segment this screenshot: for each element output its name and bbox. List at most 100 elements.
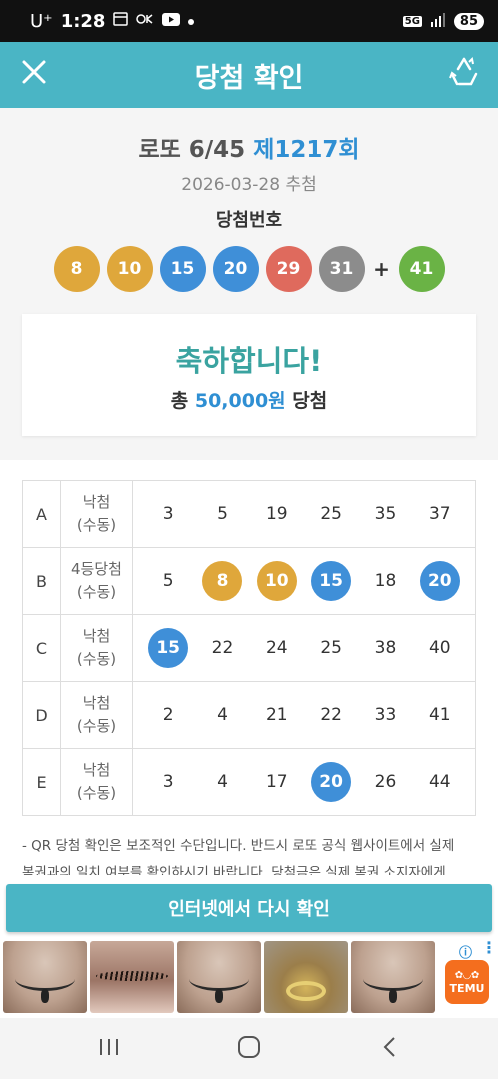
game-status: 낙첨 (수동) [60, 681, 133, 749]
game-number: 3 [162, 504, 174, 524]
matched-number: 8 [202, 561, 243, 601]
rescan-button[interactable] [444, 54, 484, 94]
game-number: 19 [265, 504, 288, 524]
game-status-result: 4등당첨 [71, 560, 122, 578]
ad-product-image[interactable] [351, 941, 435, 1013]
game-status-mode: (수동) [76, 717, 117, 735]
games-table: A 낙첨 (수동) 3 5 19 25 35 37 B 4등당첨 (수동) 5 8 10 15 18 20 C 낙첨(… [22, 480, 476, 816]
game-number: 22 [320, 705, 342, 725]
game-number: 2 [162, 705, 174, 725]
ok-cashbag-icon [136, 13, 154, 29]
game-number: 37 [428, 504, 451, 524]
game-number: 18 [374, 571, 397, 591]
game-row: D 낙첨 (수동) 2 4 21 22 33 41 [22, 681, 476, 749]
game-status: 낙첨 (수동) [60, 748, 133, 816]
lotto-title: 로또 6/45 제1217회 [0, 130, 498, 164]
game-number: 4 [217, 772, 228, 792]
game-numbers: 5 8 10 15 18 20 [132, 547, 476, 615]
game-number: 35 [374, 504, 397, 524]
game-label: E [22, 748, 61, 816]
game-number: 41 [428, 705, 451, 725]
game-status-mode: (수동) [76, 650, 117, 668]
bonus-ball: 41 [398, 246, 445, 292]
calendar-icon [113, 12, 129, 30]
game-label: C [22, 614, 61, 682]
game-status-mode: (수동) [76, 516, 117, 534]
game-label: B [22, 547, 61, 615]
recent-apps-icon [98, 1037, 120, 1061]
game-numbers: 3 5 19 25 35 37 [132, 480, 476, 548]
game-status: 낙첨 (수동) [60, 480, 133, 548]
page-title: 당첨 확인 [194, 62, 304, 94]
notification-dot-icon [188, 14, 195, 29]
back-button[interactable] [369, 1032, 409, 1066]
game-number: 25 [320, 504, 342, 524]
ad-info-icon[interactable]: ⓘ [459, 942, 472, 961]
recheck-online-button[interactable]: 인터넷에서 다시 확인 [6, 884, 492, 932]
temu-mark-icon: ✿◡✿ [454, 969, 480, 981]
game-row: A 낙첨 (수동) 3 5 19 25 35 37 [22, 480, 476, 548]
app-bar: 당첨 확인 [0, 42, 498, 108]
game-number: 24 [265, 638, 288, 658]
signal-icon [430, 12, 446, 30]
status-time: 1:28 [60, 10, 106, 32]
back-icon [381, 1036, 397, 1062]
matched-number: 15 [311, 561, 352, 601]
draw-date: 2026-03-28 추첨 [181, 175, 317, 195]
game-numbers: 15 22 24 25 38 40 [132, 614, 476, 682]
result-card: 축하합니다! 총 50,000원 당첨 [22, 314, 476, 436]
winning-ball: 8 [53, 246, 100, 292]
notice-line: 복권과의 일치 여부를 확인하시기 바랍니다. 당첨금은 실제 복권 소지자에게 [22, 865, 446, 875]
game-number: 44 [428, 772, 451, 792]
ad-product-image[interactable] [3, 941, 87, 1013]
winning-ball: 15 [159, 246, 206, 292]
prize-amount: 50,000원 [194, 390, 286, 412]
close-button[interactable] [16, 56, 52, 92]
prize-prefix: 총 [170, 390, 189, 412]
ad-more-icon[interactable]: ⋮ [481, 938, 497, 957]
game-number: 21 [265, 705, 288, 725]
game-number: 5 [162, 571, 174, 591]
ad-product-image[interactable] [90, 941, 174, 1013]
game-number: 5 [217, 504, 228, 524]
game-status-result: 낙첨 [82, 761, 111, 779]
game-number: 3 [162, 772, 174, 792]
temu-logo[interactable]: ✿◡✿ TEMU [445, 960, 489, 1004]
game-label: D [22, 681, 61, 749]
game-number: 22 [211, 638, 234, 658]
game-status: 4등당첨 (수동) [60, 547, 133, 615]
game-row: C 낙첨 (수동) 15 22 24 25 38 40 [22, 614, 476, 682]
home-button[interactable] [229, 1032, 269, 1066]
game-status-result: 낙첨 [82, 694, 111, 712]
matched-number: 20 [311, 762, 352, 802]
network-label: 5G [402, 15, 422, 27]
game-status-mode: (수동) [76, 784, 117, 802]
game-number: 38 [374, 638, 397, 658]
game-number: 40 [428, 638, 451, 658]
close-icon [21, 59, 47, 89]
prize-line: 총 50,000원 당첨 [22, 386, 476, 413]
winning-ball: 20 [212, 246, 259, 292]
matched-number: 10 [256, 561, 297, 601]
matched-number: 15 [148, 628, 189, 668]
home-icon [237, 1036, 261, 1062]
status-bar: U⁺ 1:28 5G 85 [0, 0, 498, 42]
game-number: 25 [320, 638, 342, 658]
system-nav-bar [0, 1018, 498, 1079]
game-row: E 낙첨 (수동) 3 4 17 20 26 44 [22, 748, 476, 816]
winning-numbers: 8 10 15 20 29 31 + 41 [0, 246, 498, 292]
game-status-mode: (수동) [76, 583, 117, 601]
game-number: 33 [374, 705, 397, 725]
game-numbers: 2 4 21 22 33 41 [132, 681, 476, 749]
game-label: A [22, 480, 61, 548]
game-status-result: 낙첨 [82, 627, 111, 645]
ad-banner[interactable]: ⓘ ⋮ ✿◡✿ TEMU [0, 938, 498, 1016]
game-numbers: 3 4 17 20 26 44 [132, 748, 476, 816]
matched-number: 20 [419, 561, 460, 601]
ad-product-image[interactable] [177, 941, 261, 1013]
game-status: 낙첨 (수동) [60, 614, 133, 682]
recent-apps-button[interactable] [89, 1032, 129, 1066]
ad-product-image[interactable] [264, 941, 348, 1013]
youtube-icon [162, 12, 181, 30]
notice-line: - QR 당첨 확인은 보조적인 수단입니다. 반드시 로또 공식 웹사이트에서… [22, 838, 455, 854]
